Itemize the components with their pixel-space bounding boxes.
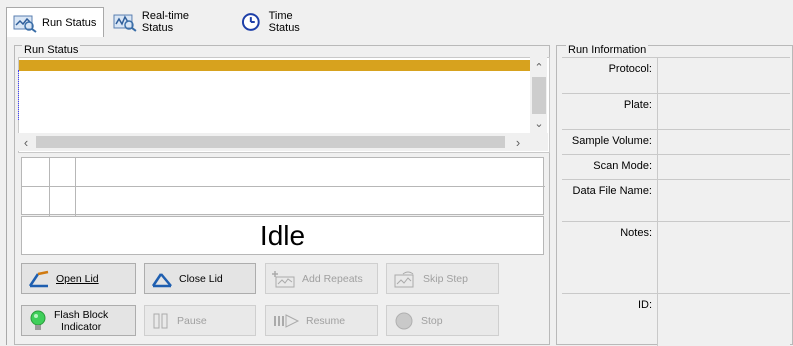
lightbulb-icon	[30, 310, 46, 330]
grid-cell	[76, 158, 545, 187]
flash-block-label-group: Flash Block Indicator	[54, 309, 108, 333]
focus-marker	[18, 70, 19, 120]
info-row-notes: Notes:	[562, 222, 790, 294]
vertical-scroll-thumb[interactable]	[532, 77, 546, 114]
info-value	[658, 222, 790, 293]
pause-icon	[153, 313, 168, 328]
scroll-up-icon[interactable]: ⌃	[532, 62, 546, 74]
skip-step-label: Skip Step	[423, 272, 468, 285]
open-lid-icon	[28, 270, 49, 287]
info-label: Protocol:	[562, 58, 658, 93]
info-value	[658, 130, 790, 154]
open-lid-label: Open Lid	[56, 272, 99, 285]
run-state-text: Idle	[259, 219, 306, 251]
horizontal-scroll-thumb[interactable]	[36, 136, 505, 148]
info-row-plate: Plate:	[562, 94, 790, 130]
flash-block-label-line1: Flash Block	[54, 308, 109, 321]
info-label: Scan Mode:	[562, 155, 658, 179]
skip-step-button[interactable]: Skip Step	[386, 263, 499, 294]
info-label: ID:	[562, 294, 658, 346]
resume-button[interactable]: Resume	[265, 305, 378, 336]
tab-run-status[interactable]: Run Status	[6, 7, 104, 38]
info-label: Plate:	[562, 94, 658, 129]
tab-label: Real-time Status	[141, 10, 189, 34]
info-value	[658, 58, 790, 93]
close-lid-label: Close Lid	[179, 272, 223, 285]
run-info-table: Protocol: Plate: Sample Volume: Scan Mod…	[562, 57, 790, 346]
skip-step-icon	[394, 271, 414, 287]
info-row-protocol: Protocol:	[562, 58, 790, 94]
scroll-left-icon[interactable]: ‹	[20, 136, 32, 149]
add-repeats-label: Add Repeats	[302, 272, 363, 285]
info-value	[658, 294, 790, 346]
resume-label: Resume	[306, 314, 346, 327]
resume-icon	[274, 313, 300, 328]
realtime-status-icon	[113, 14, 137, 32]
pause-button[interactable]: Pause	[144, 305, 256, 336]
flash-block-indicator-button[interactable]: Flash Block Indicator	[21, 305, 136, 336]
grid-cell	[50, 158, 76, 187]
close-lid-button[interactable]: Close Lid	[144, 263, 256, 294]
selected-row[interactable]	[19, 60, 530, 71]
stop-button[interactable]: Stop	[386, 305, 499, 336]
scroll-down-icon[interactable]: ⌄	[532, 118, 546, 130]
info-row-sample-volume: Sample Volume:	[562, 130, 790, 155]
add-repeats-button[interactable]: Add Repeats	[265, 263, 378, 294]
tab-label: Time Status	[268, 10, 300, 34]
info-label: Sample Volume:	[562, 130, 658, 154]
info-row-id: ID:	[562, 294, 790, 346]
scroll-right-icon[interactable]: ›	[512, 136, 524, 149]
status-grid	[21, 157, 545, 216]
info-value	[658, 155, 790, 179]
grid-cell	[22, 187, 50, 216]
info-value	[658, 94, 790, 129]
info-label: Data File Name:	[562, 180, 658, 221]
info-row-scan-mode: Scan Mode:	[562, 155, 790, 180]
add-repeats-icon	[272, 270, 295, 287]
tab-label: Run Status	[42, 17, 97, 29]
clock-icon	[241, 13, 260, 31]
pause-label: Pause	[177, 314, 207, 327]
flash-block-label-line2: Indicator	[61, 320, 102, 333]
open-lid-button[interactable]: Open Lid	[21, 263, 136, 294]
tab-time-status[interactable]: Time Status	[233, 8, 333, 36]
run-info-title: Run Information	[566, 44, 649, 56]
close-lid-icon	[151, 272, 172, 287]
info-value	[658, 180, 790, 221]
run-status-title: Run Status	[22, 44, 81, 56]
run-status-icon	[13, 15, 37, 33]
tab-realtime-status[interactable]: Real-time Status	[106, 8, 230, 36]
stop-icon	[395, 312, 413, 329]
grid-cell	[22, 158, 50, 187]
grid-cell	[50, 187, 76, 216]
run-state-display: Idle	[21, 216, 544, 255]
stop-label: Stop	[421, 314, 443, 327]
info-row-data-file-name: Data File Name:	[562, 180, 790, 222]
info-label: Notes:	[562, 222, 658, 293]
